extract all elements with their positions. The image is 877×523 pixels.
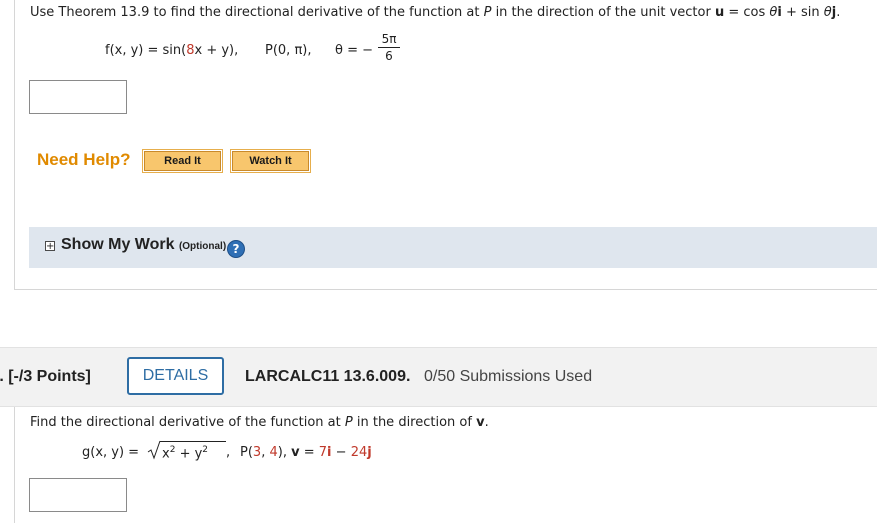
optional-label: (Optional) xyxy=(178,241,227,252)
sqrt-overline xyxy=(160,441,226,442)
help-question-icon[interactable]: ? xyxy=(227,240,245,258)
question-2-point-and-vector: P(3, 4), v = 7i − 24j xyxy=(240,445,372,460)
question-2-function-lhs: g(x, y) = xyxy=(82,445,140,460)
submissions-used: 0/50 Submissions Used xyxy=(424,368,593,385)
expand-plus-icon[interactable]: + xyxy=(45,241,55,252)
watch-it-button[interactable]: Watch It xyxy=(230,149,311,173)
read-it-button[interactable]: Read It xyxy=(142,149,223,173)
question-1-theta: θ = − xyxy=(335,43,374,58)
question-2-answer-input[interactable] xyxy=(29,478,127,512)
question-2-points: ). [-/3 Points] xyxy=(0,368,91,385)
theta-fraction: 5π 6 xyxy=(378,32,400,63)
sqrt-radical-icon xyxy=(147,440,161,460)
question-1-prompt: Use Theorem 13.9 to find the directional… xyxy=(30,5,841,20)
question-1-point: P(0, π), xyxy=(265,43,312,58)
question-1-answer-input[interactable] xyxy=(29,80,127,114)
show-my-work-label[interactable]: Show My Work (Optional) xyxy=(61,236,226,254)
function-coefficient: 8 xyxy=(186,43,195,58)
function-comma: , xyxy=(226,445,231,460)
question-1-function: f(x, y) = sin(8x + y), xyxy=(105,43,239,58)
question-2-prompt: Find the directional derivative of the f… xyxy=(30,415,489,430)
course-code: LARCALC11 13.6.009. xyxy=(245,368,411,385)
details-button[interactable]: DETAILS xyxy=(127,357,224,395)
need-help-label: Need Help? xyxy=(37,150,131,169)
sqrt-content: x2 + y2 xyxy=(162,445,209,462)
